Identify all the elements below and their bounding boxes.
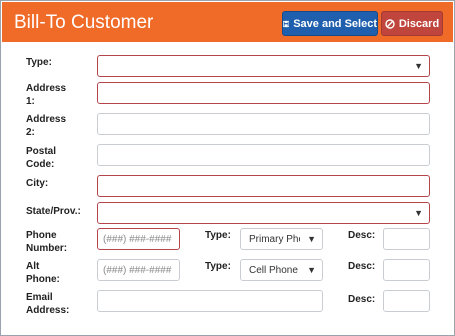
email-address-label-line1: Email [26, 292, 53, 303]
postal-code-label-line1: Postal [26, 146, 57, 157]
email-address-label-line2: Address: [26, 305, 70, 316]
ban-icon [385, 18, 395, 29]
caret-down-icon: ▼ [414, 61, 423, 71]
alt-type-value: Cell Phone [249, 265, 298, 276]
email-address-input[interactable] [97, 290, 323, 312]
phone-number-label-line1: Phone [26, 230, 57, 241]
save-and-select-label: Save and Select [293, 17, 377, 30]
email-address-field[interactable] [98, 291, 322, 311]
alt-type-label: Type: [205, 261, 231, 272]
email-desc-field[interactable] [384, 291, 429, 311]
email-desc-label: Desc: [348, 294, 376, 305]
alt-desc-label: Desc: [348, 261, 376, 272]
state-label: State/Prov.: [26, 206, 81, 217]
save-and-select-button[interactable]: Save and Select [282, 11, 378, 36]
address1-label-line1: Address [26, 83, 67, 94]
address2-label-line2: 2: [26, 127, 35, 138]
discard-button[interactable]: Discard [381, 11, 443, 36]
type-label: Type: [26, 57, 52, 68]
city-input[interactable] [97, 175, 430, 197]
email-address-label: Email Address: [26, 291, 69, 317]
postal-code-input[interactable] [97, 144, 430, 166]
alt-desc-input[interactable] [383, 259, 430, 281]
alt-phone-label-line1: Alt [26, 261, 40, 272]
caret-down-icon: ▼ [307, 234, 316, 244]
phone-number-label: Phone Number: [26, 229, 67, 255]
phone-type-value: Primary Phone [249, 234, 300, 245]
dialog-header: Bill-To Customer Save and Select Discard [2, 2, 453, 42]
phone-number-input[interactable] [97, 228, 180, 250]
address1-label: Address 1: [26, 82, 66, 108]
alt-phone-label: Alt Phone: [26, 260, 60, 286]
type-select[interactable]: ▼ [97, 55, 430, 77]
postal-code-label: Postal Code: [26, 145, 56, 171]
phone-desc-input[interactable] [383, 228, 430, 250]
address2-label-line1: Address [26, 114, 67, 125]
postal-code-field[interactable] [98, 145, 429, 165]
phone-type-label: Type: [205, 230, 231, 241]
phone-number-field[interactable] [98, 229, 179, 249]
address1-field[interactable] [98, 83, 429, 103]
caret-down-icon: ▼ [307, 265, 316, 275]
phone-desc-field[interactable] [384, 229, 429, 249]
dialog-title: Bill-To Customer [14, 12, 154, 33]
email-desc-input[interactable] [383, 290, 430, 312]
address1-input[interactable] [97, 82, 430, 104]
alt-phone-input[interactable] [97, 259, 180, 281]
address1-label-line2: 1: [26, 96, 35, 107]
caret-down-icon: ▼ [414, 208, 423, 218]
address2-field[interactable] [98, 114, 429, 134]
phone-type-select[interactable]: Primary Phone ▼ [240, 228, 323, 250]
bill-to-customer-dialog: Bill-To Customer Save and Select Discard… [0, 0, 455, 336]
address2-input[interactable] [97, 113, 430, 135]
floppy-disk-icon [283, 20, 290, 27]
address2-label: Address 2: [26, 113, 66, 139]
alt-desc-field[interactable] [384, 260, 429, 280]
postal-code-label-line2: Code: [26, 159, 55, 170]
alt-type-select[interactable]: Cell Phone ▼ [240, 259, 323, 281]
phone-desc-label: Desc: [348, 230, 376, 241]
city-label: City: [26, 178, 49, 189]
discard-label: Discard [398, 17, 440, 30]
city-field[interactable] [98, 176, 429, 196]
state-select[interactable]: ▼ [97, 202, 430, 224]
alt-phone-label-line2: Phone: [26, 274, 60, 285]
phone-number-label-line2: Number: [26, 243, 68, 254]
alt-phone-field[interactable] [98, 260, 179, 280]
